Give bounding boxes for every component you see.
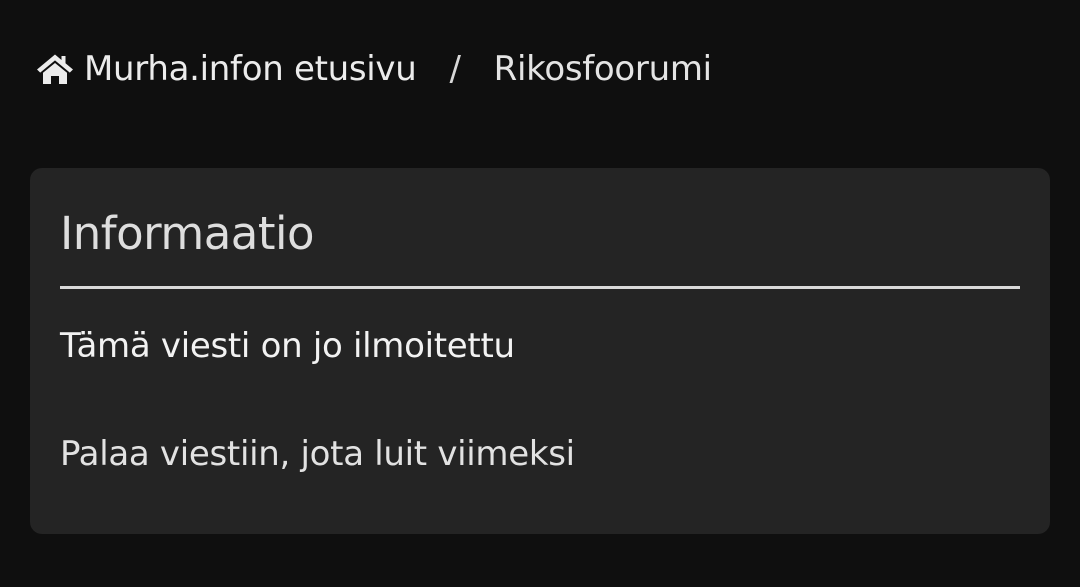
home-icon [36, 53, 84, 85]
title-divider [60, 286, 1020, 289]
breadcrumb-forum-link[interactable]: Rikosfoorumi [494, 49, 712, 89]
breadcrumb-separator: / [449, 49, 461, 89]
information-message: Tämä viesti on jo ilmoitettu [60, 326, 515, 366]
return-to-post-link[interactable]: Palaa viestiin, jota luit viimeksi [60, 432, 575, 476]
breadcrumb-home-label: Murha.infon etusivu [84, 49, 417, 89]
breadcrumb: Murha.infon etusivu / Rikosfoorumi [36, 46, 712, 92]
breadcrumb-home-link[interactable]: Murha.infon etusivu [36, 49, 417, 89]
information-box: Informaatio Tämä viesti on jo ilmoitettu… [30, 168, 1050, 534]
information-title: Informaatio [60, 207, 315, 260]
